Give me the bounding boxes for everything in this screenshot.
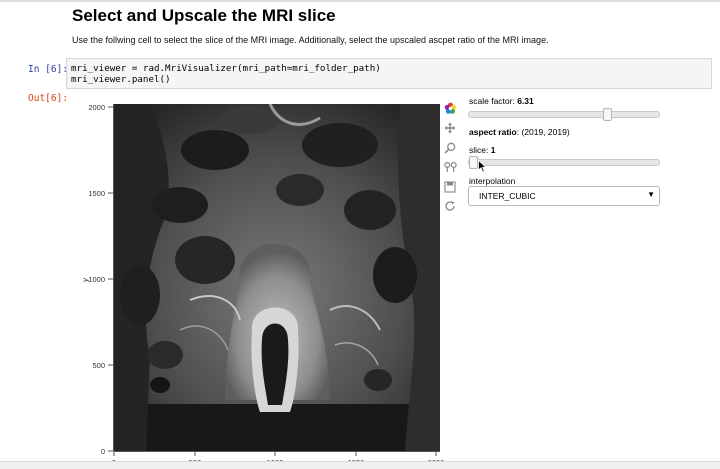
slice-slider-handle[interactable] bbox=[469, 156, 478, 169]
scale-factor-label-text: scale factor: bbox=[469, 96, 518, 106]
chevron-down-icon: ▼ bbox=[647, 190, 655, 199]
y-tick-label-1500: 1500 bbox=[88, 189, 105, 198]
aspect-ratio-text: aspect ratio: (2019, 2019) bbox=[469, 127, 570, 137]
pan-icon[interactable] bbox=[442, 120, 458, 136]
mouse-cursor-icon bbox=[478, 160, 487, 173]
slice-value: 1 bbox=[490, 145, 496, 155]
code-line-1: mri_viewer = rad.MriVisualizer(mri_path=… bbox=[71, 63, 381, 74]
slice-slider[interactable] bbox=[468, 156, 660, 169]
y-tick-label-0: 0 bbox=[101, 447, 105, 456]
interpolation-select[interactable]: INTER_CUBIC ▼ bbox=[468, 186, 660, 206]
aspect-ratio-label: aspect ratio bbox=[469, 127, 517, 137]
interpolation-label: interpolation bbox=[469, 176, 516, 186]
y-tick-label-1000: 1000 bbox=[88, 275, 105, 284]
scale-factor-slider-handle[interactable] bbox=[602, 108, 612, 121]
link-icon[interactable] bbox=[442, 159, 458, 175]
mri-image bbox=[114, 104, 440, 451]
scale-factor-value: 6.31 bbox=[517, 96, 534, 106]
aspect-ratio-value: : (2019, 2019) bbox=[516, 127, 570, 137]
scale-factor-slider[interactable] bbox=[468, 108, 660, 121]
slice-label: slice: 1 bbox=[469, 145, 495, 155]
scale-factor-label: scale factor: 6.31 bbox=[469, 96, 534, 106]
code-editor[interactable]: mri_viewer = rad.MriVisualizer(mri_path=… bbox=[71, 63, 381, 85]
top-border bbox=[0, 0, 720, 2]
reset-icon[interactable] bbox=[442, 198, 458, 214]
code-cell[interactable]: mri_viewer = rad.MriVisualizer(mri_path=… bbox=[66, 58, 712, 89]
y-tick-label-500: 500 bbox=[92, 361, 105, 370]
code-line-2: mri_viewer.panel() bbox=[71, 74, 171, 85]
interpolation-selected-value: INTER_CUBIC bbox=[479, 191, 536, 201]
section-heading: Select and Upscale the MRI slice bbox=[72, 6, 336, 25]
y-tick-label-2000: 2000 bbox=[88, 103, 105, 112]
y-axis-ticks bbox=[108, 106, 113, 452]
input-prompt: In [6]: bbox=[28, 64, 69, 75]
mri-plot[interactable]: 0 500 1000 1500 2000 0 500 1000 1500 200… bbox=[0, 96, 460, 468]
slice-label-text: slice: bbox=[469, 145, 491, 155]
section-description: Use the follwing cell to select the slic… bbox=[72, 35, 549, 45]
bokeh-logo-icon[interactable] bbox=[442, 100, 458, 116]
save-icon[interactable] bbox=[442, 179, 458, 195]
zoom-icon[interactable] bbox=[442, 140, 458, 156]
